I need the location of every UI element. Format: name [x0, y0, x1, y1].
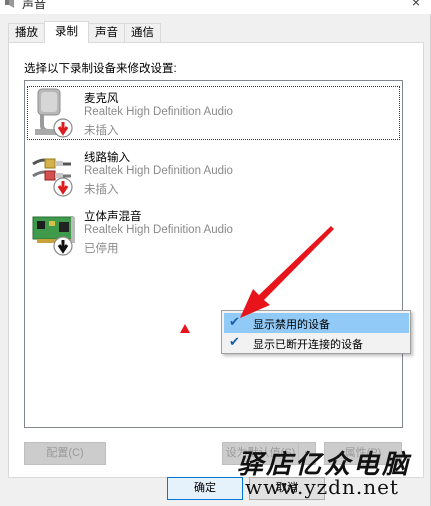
tab-sounds[interactable]: 声音	[88, 23, 125, 42]
menu-item-label: 显示禁用的设备	[253, 319, 330, 331]
device-status: 未插入	[84, 125, 119, 137]
microphone-icon	[35, 88, 73, 138]
watermark-url: www.yzdn.net	[245, 475, 399, 499]
recording-panel: 选择以下录制设备来修改设置: 麦克风 Realtek High Definiti…	[8, 42, 424, 478]
menu-item-label: 显示已断开连接的设备	[253, 339, 363, 351]
line-in-cable-icon	[32, 158, 73, 197]
device-item-line-in[interactable]: 线路输入 Realtek High Definition Audio 未插入	[25, 143, 402, 201]
tab-communications[interactable]: 通信	[124, 23, 161, 42]
device-name: 麦克风	[84, 93, 119, 105]
check-icon: ✔	[229, 314, 240, 329]
device-status: 已停用	[84, 243, 119, 255]
device-name: 线路输入	[84, 152, 130, 164]
tab-playback[interactable]: 播放	[8, 23, 45, 42]
device-driver: Realtek High Definition Audio	[84, 224, 233, 236]
check-icon: ✔	[229, 334, 240, 349]
device-driver: Realtek High Definition Audio	[84, 165, 233, 177]
sound-dialog: 播放 录制 声音 通信 选择以下录制设备来修改设置: 麦克风 Realtek H…	[0, 14, 431, 506]
context-menu: ✔ 显示禁用的设备 ✔ 显示已断开连接的设备	[221, 310, 411, 354]
close-button[interactable]: ×	[409, 0, 423, 10]
speaker-icon	[5, 0, 14, 8]
configure-button[interactable]: 配置(C)	[24, 442, 106, 465]
menu-item-show-disconnected[interactable]: ✔ 显示已断开连接的设备	[224, 333, 409, 353]
watermark: 驿店亿众电脑 www.yzdn.net	[237, 444, 427, 504]
tab-strip: 播放 录制 声音 通信	[8, 21, 161, 43]
annotation-triangle	[180, 324, 190, 333]
ok-button[interactable]: 确定	[167, 477, 243, 500]
device-item-stereo-mix[interactable]: 立体声混音 Realtek High Definition Audio 已停用	[25, 202, 402, 260]
device-list[interactable]: 麦克风 Realtek High Definition Audio 未插入 线路…	[24, 80, 403, 428]
title-bar: 声音 ×	[0, 0, 431, 14]
sound-card-icon	[32, 216, 75, 256]
device-status: 未插入	[84, 184, 119, 196]
window-title: 声音	[22, 0, 47, 11]
menu-item-show-disabled[interactable]: ✔ 显示禁用的设备	[224, 313, 409, 333]
tab-recording[interactable]: 录制	[44, 21, 89, 43]
instruction-text: 选择以下录制设备来修改设置:	[24, 63, 177, 75]
device-item-microphone[interactable]: 麦克风 Realtek High Definition Audio 未插入	[25, 84, 402, 142]
device-driver: Realtek High Definition Audio	[84, 106, 233, 118]
device-name: 立体声混音	[84, 211, 142, 223]
